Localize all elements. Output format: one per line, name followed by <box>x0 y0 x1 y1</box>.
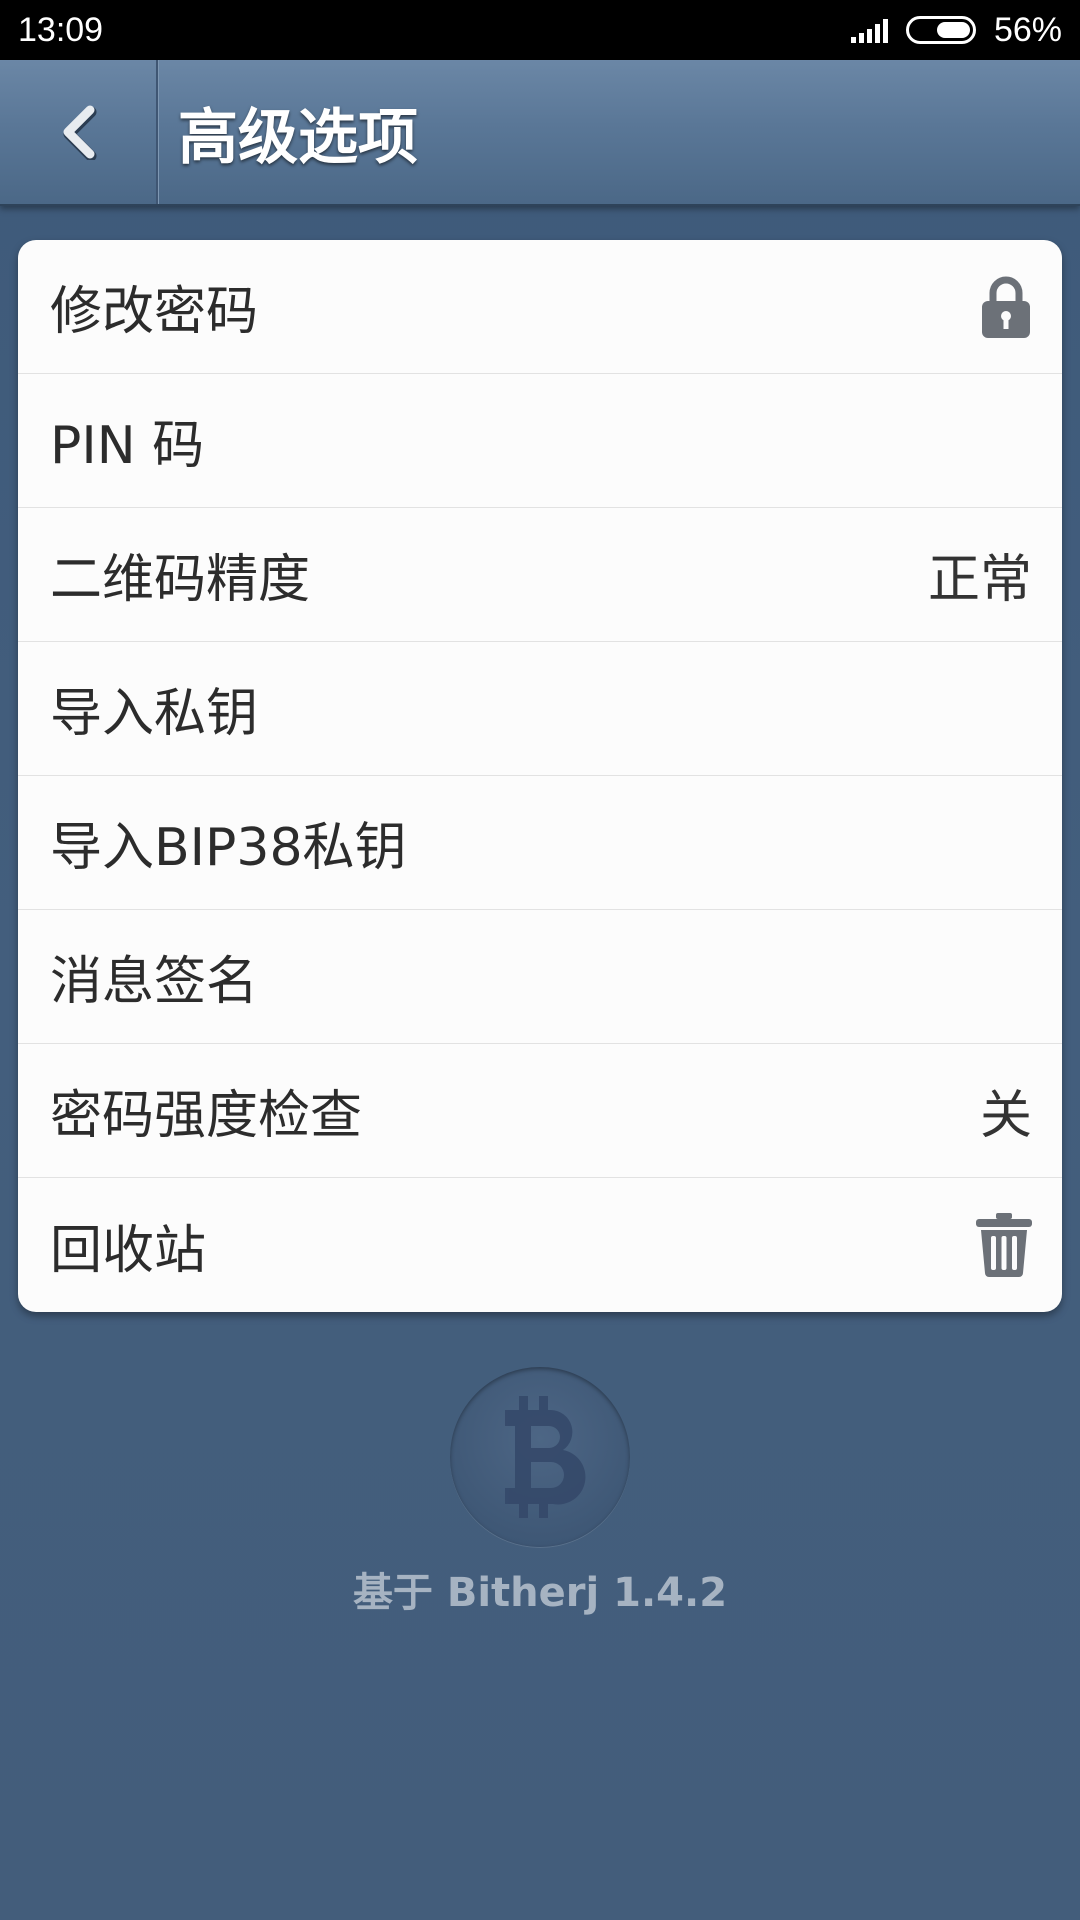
action-bar: 高级选项 <box>0 60 1080 206</box>
settings-item-label: 回收站 <box>50 1220 207 1281</box>
settings-item-label: 二维码精度 <box>50 550 311 610</box>
settings-item-label: 导入私钥 <box>50 684 259 744</box>
battery-percent: 56% <box>993 10 1062 49</box>
settings-item-label: 密码强度检查 <box>50 1086 363 1146</box>
settings-item-message-signing[interactable]: 消息签名 <box>18 910 1062 1044</box>
settings-item-recycle-bin[interactable]: 回收站 <box>18 1178 1062 1312</box>
settings-item-password-strength[interactable]: 密码强度检查 关 <box>18 1044 1062 1178</box>
settings-item-qr-precision[interactable]: 二维码精度 正常 <box>18 508 1062 642</box>
settings-item-value: 正常 <box>927 550 1032 610</box>
chevron-left-icon <box>63 105 97 160</box>
battery-icon <box>905 16 976 44</box>
settings-item-label: PIN 码 <box>50 416 205 476</box>
settings-item-label: 修改密码 <box>50 282 259 342</box>
page-title: 高级选项 <box>178 102 418 173</box>
settings-item-change-password[interactable]: 修改密码 <box>18 240 1062 374</box>
status-right: 56% <box>850 10 1062 50</box>
back-button[interactable] <box>0 60 158 204</box>
status-bar: 13:09 56% <box>0 0 1080 60</box>
signal-icon <box>850 17 888 43</box>
lock-icon <box>980 274 1032 340</box>
settings-list: 修改密码 PIN 码 二维码精度 正常 导入私钥 导入BIP38私钥 消息签名 … <box>18 240 1062 1312</box>
trash-icon <box>976 1213 1032 1277</box>
settings-item-import-private-key[interactable]: 导入私钥 <box>18 642 1062 776</box>
settings-item-pin[interactable]: PIN 码 <box>18 374 1062 508</box>
settings-item-value: 关 <box>979 1086 1032 1146</box>
version-text: 基于 Bitherj 1.4.2 <box>352 1570 728 1616</box>
status-time: 13:09 <box>18 10 104 49</box>
settings-item-label: 消息签名 <box>50 952 259 1012</box>
settings-item-import-bip38[interactable]: 导入BIP38私钥 <box>18 776 1062 910</box>
bitcoin-icon <box>450 1367 630 1547</box>
settings-item-label: 导入BIP38私钥 <box>50 818 407 878</box>
